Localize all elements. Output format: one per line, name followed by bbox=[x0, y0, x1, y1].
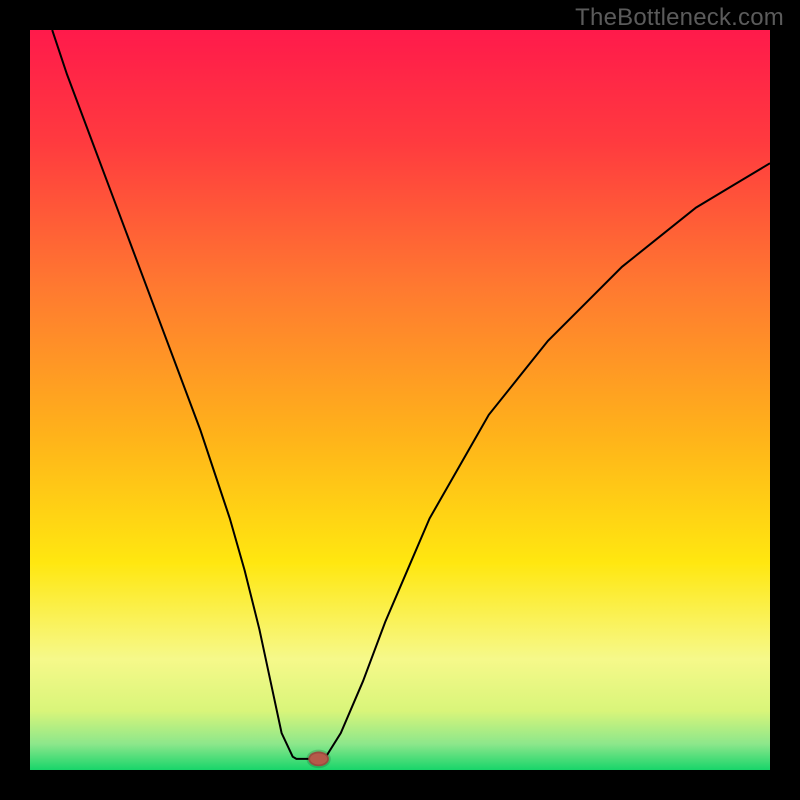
chart-svg bbox=[30, 30, 770, 770]
gradient-rect bbox=[30, 30, 770, 770]
chart-frame: TheBottleneck.com bbox=[0, 0, 800, 800]
plot-area bbox=[30, 30, 770, 770]
watermark-text: TheBottleneck.com bbox=[575, 4, 784, 32]
optimal-point-marker bbox=[308, 752, 329, 767]
